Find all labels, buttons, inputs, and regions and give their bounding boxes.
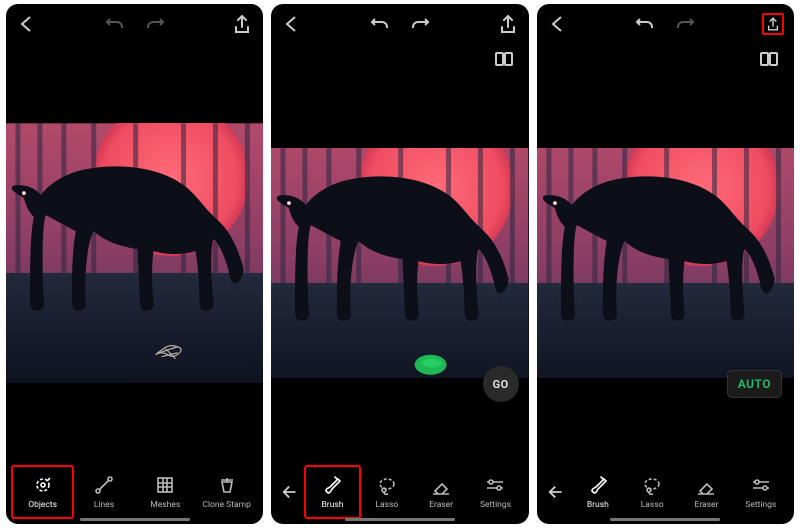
compare-icon[interactable] [758, 48, 780, 70]
brush-icon [587, 474, 609, 496]
export-icon[interactable] [231, 13, 253, 35]
clone-stamp-icon [216, 474, 238, 496]
eraser-icon [695, 474, 717, 496]
toolbar-brush: Brush Lasso Eraser Settings [271, 462, 528, 524]
tool-objects[interactable]: Objects [12, 466, 73, 518]
back-icon[interactable] [281, 13, 303, 35]
objects-icon [32, 474, 54, 496]
lasso-icon [641, 474, 663, 496]
tool-eraser[interactable]: Eraser [414, 466, 468, 518]
back-icon[interactable] [16, 13, 38, 35]
export-icon[interactable] [762, 13, 784, 35]
tool-label: Lines [94, 500, 114, 510]
canvas-zone[interactable]: GO [271, 74, 528, 462]
tool-label: Lasso [641, 500, 664, 510]
tool-label: Meshes [150, 500, 180, 510]
home-indicator [610, 518, 720, 521]
tool-label: Eraser [695, 500, 719, 510]
tool-label: Eraser [429, 500, 453, 510]
badge-text: GO [493, 378, 509, 391]
go-badge[interactable]: GO [483, 366, 519, 402]
tool-label: Lasso [375, 500, 398, 510]
artwork-image [6, 123, 263, 383]
lasso-icon [376, 474, 398, 496]
tool-label: Brush [587, 500, 609, 510]
screen-2: GO Brush Lasso Eraser Settings [271, 4, 528, 524]
tool-label: Clone Stamp [202, 500, 250, 510]
settings-icon [750, 474, 772, 496]
tool-brush[interactable]: Brush [305, 466, 359, 518]
auto-badge[interactable]: AUTO [727, 370, 782, 398]
canvas-zone[interactable] [6, 44, 263, 462]
topbar [6, 4, 263, 44]
tool-settings[interactable]: Settings [468, 466, 522, 518]
redo-icon[interactable] [674, 13, 696, 35]
settings-icon [484, 474, 506, 496]
tool-label: Settings [745, 500, 776, 510]
eraser-icon [430, 474, 452, 496]
tool-clone-stamp[interactable]: Clone Stamp [196, 466, 257, 518]
toolbar-main: Objects Lines Meshes Clone Stamp [6, 462, 263, 524]
meshes-icon [154, 474, 176, 496]
undo-icon[interactable] [369, 13, 391, 35]
home-indicator [80, 518, 190, 521]
tool-label: Settings [480, 500, 511, 510]
tool-lasso[interactable]: Lasso [360, 466, 414, 518]
brush-icon [321, 474, 343, 496]
lines-icon [93, 474, 115, 496]
artwork-image [537, 148, 794, 378]
tool-brush[interactable]: Brush [571, 466, 625, 518]
topbar [271, 4, 528, 44]
tool-settings[interactable]: Settings [734, 466, 788, 518]
toolbar-back-button[interactable] [543, 482, 571, 502]
screens-row: Objects Lines Meshes Clone Stamp [0, 0, 800, 528]
redo-icon[interactable] [144, 13, 166, 35]
tool-lines[interactable]: Lines [73, 466, 134, 518]
home-indicator [345, 518, 455, 521]
screen-1: Objects Lines Meshes Clone Stamp [6, 4, 263, 524]
subbar [537, 44, 794, 74]
toolbar-back-button[interactable] [277, 482, 305, 502]
screen-3: AUTO Brush Lasso Eraser Settings [537, 4, 794, 524]
toolbar-brush: Brush Lasso Eraser Settings [537, 462, 794, 524]
tool-eraser[interactable]: Eraser [679, 466, 733, 518]
subbar [271, 44, 528, 74]
redo-icon[interactable] [409, 13, 431, 35]
tool-label: Objects [28, 500, 57, 510]
tool-label: Brush [322, 500, 344, 510]
canvas-zone[interactable]: AUTO [537, 74, 794, 462]
artwork-image [271, 148, 528, 378]
badge-text: AUTO [738, 377, 771, 391]
compare-icon[interactable] [493, 48, 515, 70]
undo-icon[interactable] [634, 13, 656, 35]
export-icon[interactable] [497, 13, 519, 35]
tool-meshes[interactable]: Meshes [135, 466, 196, 518]
undo-icon[interactable] [104, 13, 126, 35]
tool-lasso[interactable]: Lasso [625, 466, 679, 518]
back-icon[interactable] [547, 13, 569, 35]
topbar [537, 4, 794, 44]
